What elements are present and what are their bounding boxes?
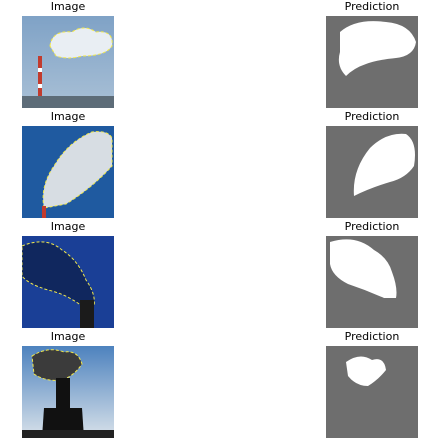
image-title-4: Image <box>50 330 86 343</box>
prediction-title-4: Prediction <box>344 330 400 343</box>
image-title-2: Image <box>50 110 86 123</box>
prediction-mask-3 <box>326 236 418 328</box>
image-panel-4 <box>22 346 114 438</box>
prediction-mask-1 <box>326 16 418 108</box>
image-title-3: Image <box>50 220 86 233</box>
image-panel-1 <box>22 16 114 108</box>
prediction-mask-2 <box>326 126 418 218</box>
image-title-1: Image <box>50 0 86 13</box>
prediction-title-1: Prediction <box>344 0 400 13</box>
prediction-mask-4 <box>326 346 418 438</box>
prediction-title-3: Prediction <box>344 220 400 233</box>
image-panel-2 <box>22 126 114 218</box>
prediction-title-2: Prediction <box>344 110 400 123</box>
image-panel-3 <box>22 236 114 328</box>
